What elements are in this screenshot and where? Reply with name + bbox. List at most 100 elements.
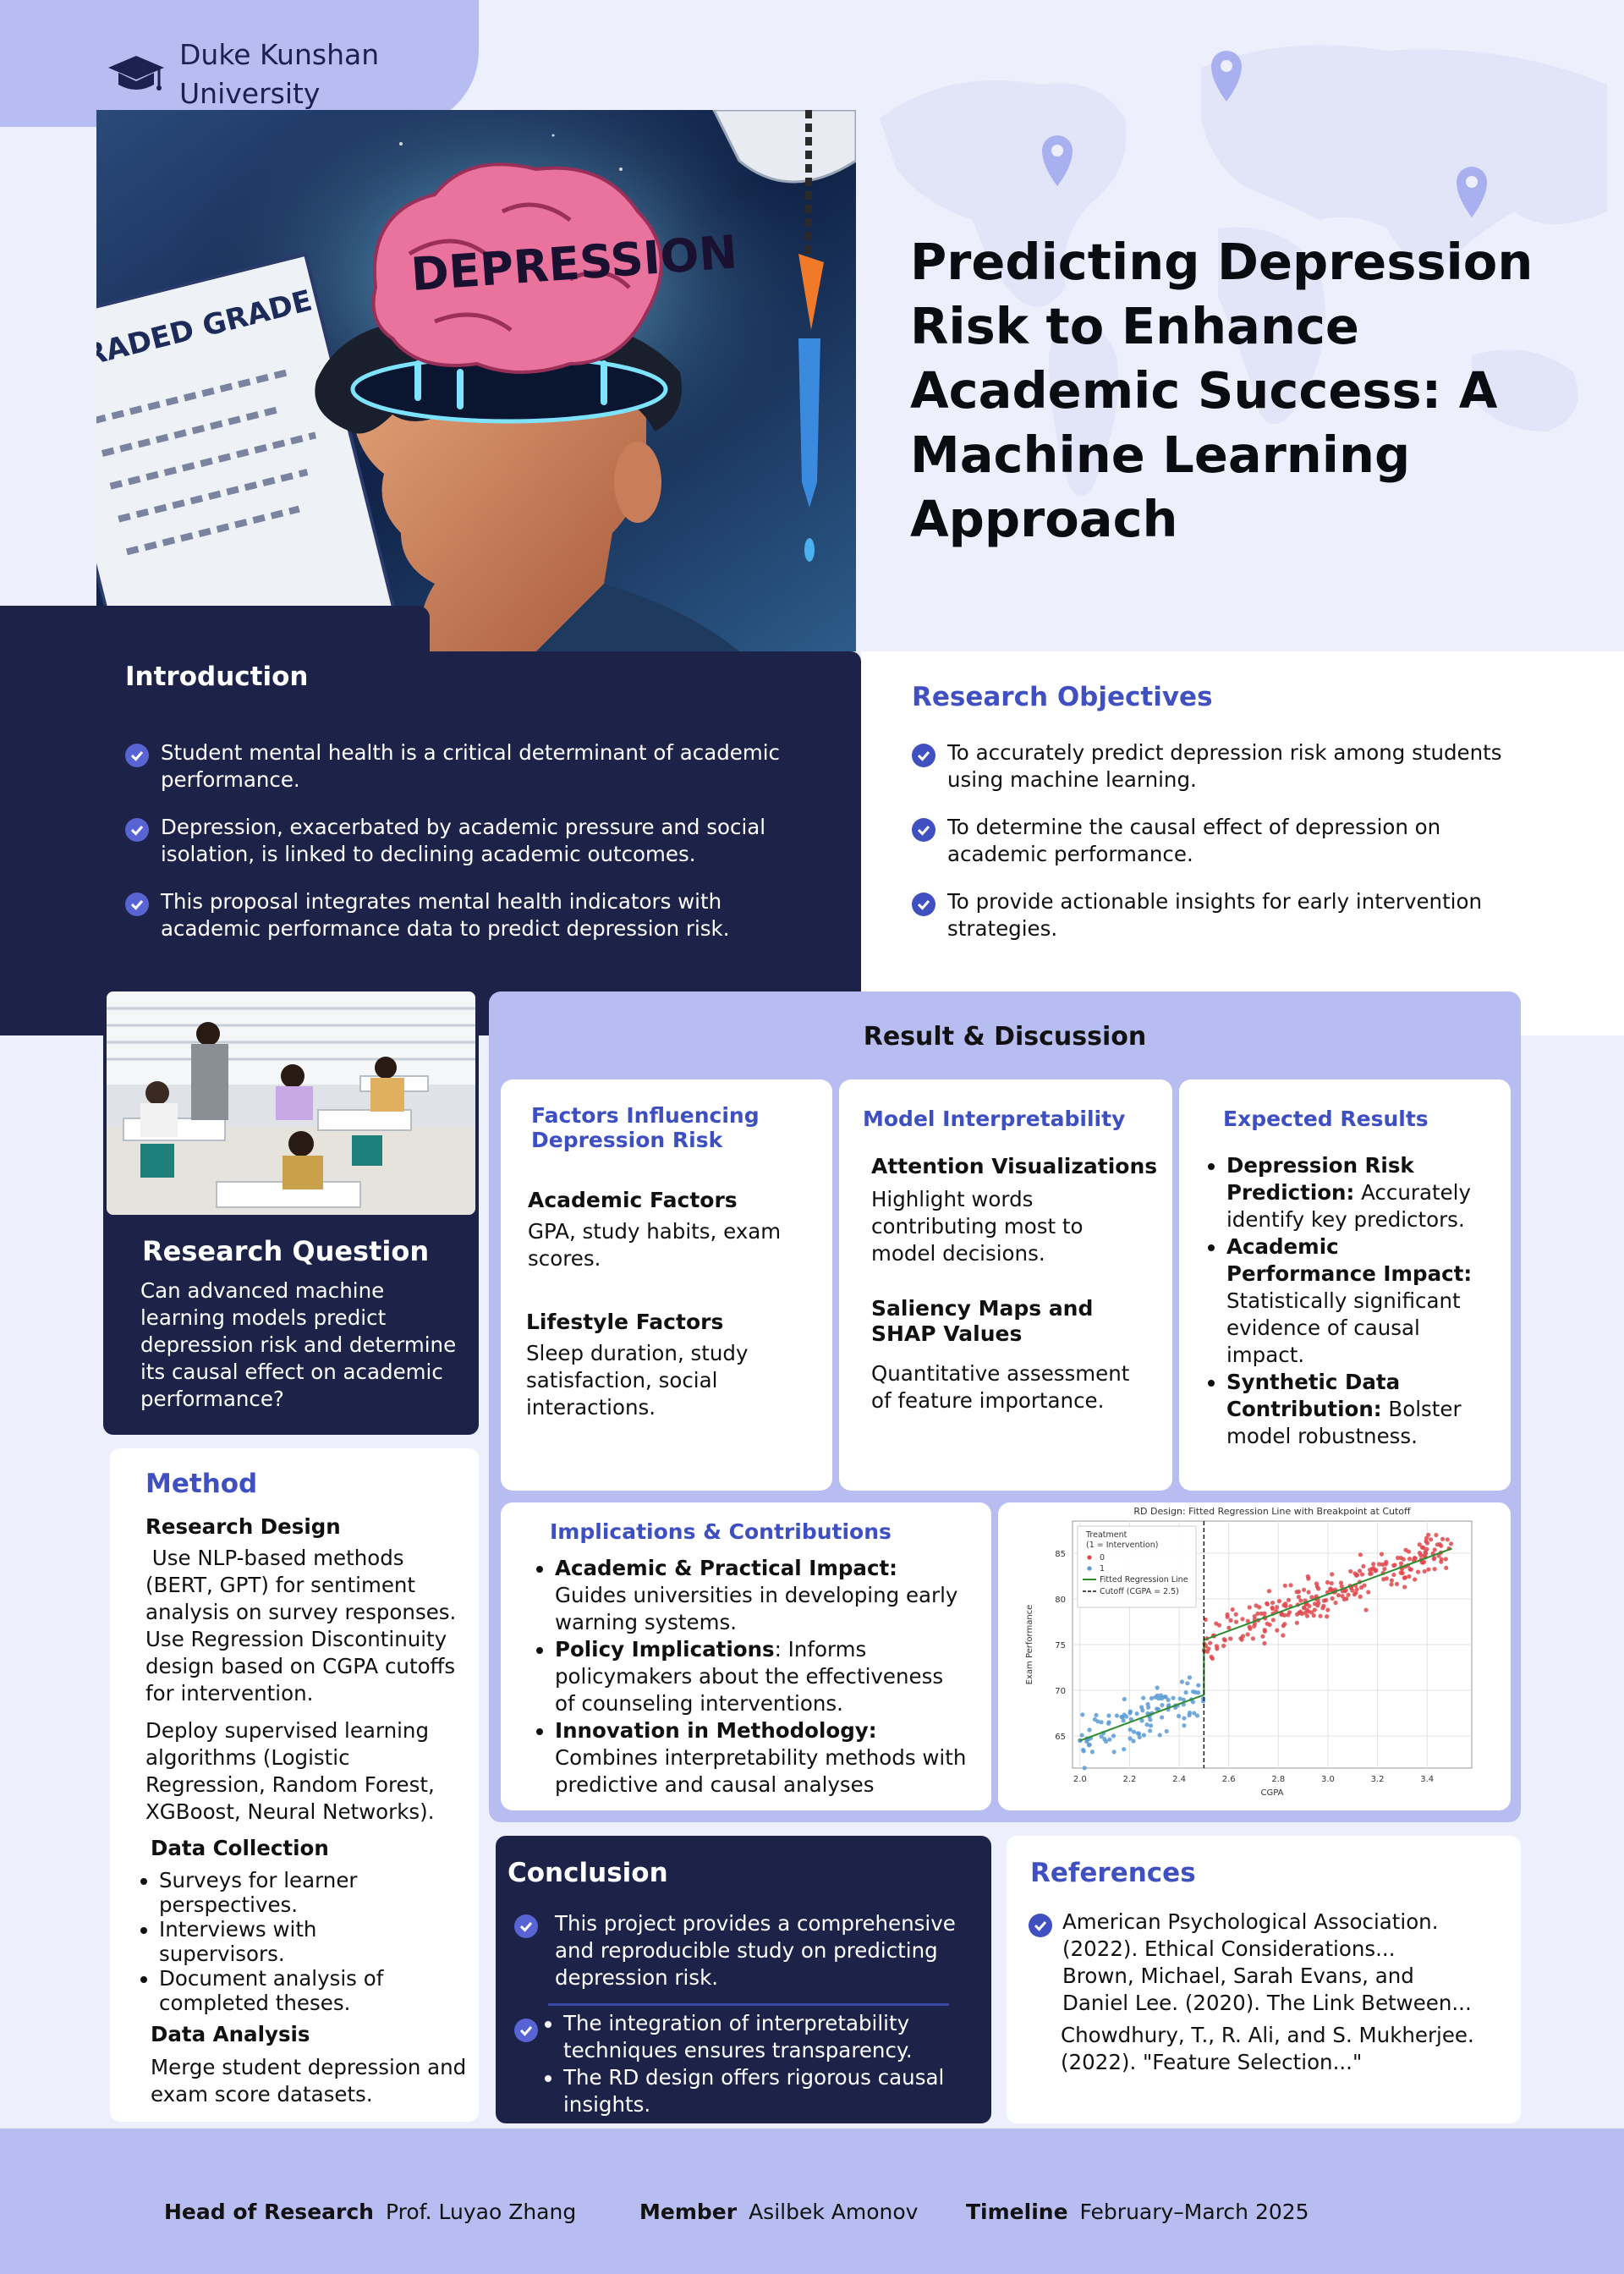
intro-item-text: Depression, exacerbated by academic pres… xyxy=(161,815,766,866)
scatter-point xyxy=(1187,1675,1193,1680)
x-tick-label: 3.0 xyxy=(1321,1775,1335,1784)
scatter-point xyxy=(1382,1566,1387,1572)
scatter-point xyxy=(1402,1585,1407,1590)
scatter-point xyxy=(1275,1628,1280,1633)
interpretability-card: Model Interpretability Attention Visuali… xyxy=(839,1079,1172,1491)
scatter-point xyxy=(1391,1572,1396,1578)
lifestyle-factors-title: Lifestyle Factors xyxy=(526,1310,724,1334)
y-tick-label: 80 xyxy=(1055,1596,1066,1605)
check-icon xyxy=(125,744,149,767)
scatter-point xyxy=(1122,1696,1127,1702)
scatter-point xyxy=(1432,1556,1437,1561)
scatter-point xyxy=(1394,1581,1400,1587)
scatter-point xyxy=(1196,1683,1201,1688)
scatter-point xyxy=(1080,1712,1085,1717)
research-design-text: Use NLP-based methods (BERT, GPT) for se… xyxy=(145,1546,464,1706)
objective-item-text: To accurately predict depression risk am… xyxy=(947,740,1502,792)
scatter-point xyxy=(1359,1585,1364,1590)
list-item: Depression Risk Prediction: Accurately i… xyxy=(1226,1152,1495,1233)
implications-title: Implications & Contributions xyxy=(550,1519,892,1544)
scatter-point xyxy=(1381,1577,1386,1582)
check-icon xyxy=(125,818,149,842)
legend-title: (1 = Intervention) xyxy=(1086,1541,1158,1550)
introduction-tab xyxy=(0,606,430,656)
introduction-title: Introduction xyxy=(125,662,309,692)
objective-item: To provide actionable insights for early… xyxy=(912,888,1538,942)
factors-card: Factors Influencing Depression Risk Acad… xyxy=(501,1079,832,1491)
scatter-point xyxy=(1270,1600,1276,1606)
list-item-bold: Synthetic Data Contribution: xyxy=(1226,1370,1401,1421)
scatter-point xyxy=(1330,1572,1335,1577)
scatter-point xyxy=(1434,1532,1439,1538)
rd-design-chart: RD Design: Fitted Regression Line with B… xyxy=(1025,1506,1473,1798)
x-axis-label: CGPA xyxy=(1261,1788,1284,1798)
objectives-title: Research Objectives xyxy=(912,682,1213,712)
scatter-point xyxy=(1407,1574,1412,1579)
scatter-point xyxy=(1160,1715,1165,1720)
intro-item: This proposal integrates mental health i… xyxy=(125,888,802,942)
scatter-point xyxy=(1136,1731,1142,1736)
scatter-point xyxy=(1265,1601,1270,1606)
conclusion-title: Conclusion xyxy=(508,1858,668,1888)
scatter-point xyxy=(1270,1605,1275,1611)
scatter-point xyxy=(1270,1618,1276,1623)
check-icon xyxy=(912,818,935,842)
scatter-point xyxy=(1240,1617,1245,1622)
x-tick-label: 2.4 xyxy=(1172,1775,1186,1784)
results-section: Result & Discussion Factors Influencing … xyxy=(489,991,1521,1822)
legend-label: 0 xyxy=(1100,1553,1105,1563)
scatter-point xyxy=(1131,1729,1137,1734)
scatter-point xyxy=(1148,1717,1153,1722)
reference-item: Brown, Michael, Sarah Evans, and Daniel … xyxy=(1062,1964,1472,2015)
legend-marker xyxy=(1087,1566,1092,1571)
scatter-point xyxy=(1279,1612,1284,1618)
scatter-point xyxy=(1245,1632,1250,1637)
scatter-point xyxy=(1426,1532,1431,1537)
scatter-point xyxy=(1426,1567,1431,1572)
scatter-point xyxy=(1252,1614,1257,1619)
scatter-point xyxy=(1445,1537,1450,1542)
conclusion-item: This project provides a comprehensive an… xyxy=(514,1910,971,1991)
scatter-point xyxy=(1267,1622,1272,1628)
scatter-point xyxy=(1408,1567,1413,1572)
scatter-point xyxy=(1377,1562,1382,1567)
scatter-point xyxy=(1247,1624,1252,1629)
scatter-point xyxy=(1417,1550,1423,1556)
university-name: Duke Kunshan University xyxy=(179,36,379,113)
scatter-point xyxy=(1262,1628,1267,1633)
scatter-point xyxy=(1361,1563,1366,1569)
scatter-point xyxy=(1316,1601,1321,1606)
reference-item: Chowdhury, T., R. Ali, and S. Mukherjee.… xyxy=(1061,2023,1474,2074)
scatter-point xyxy=(1087,1727,1092,1733)
scatter-point xyxy=(1275,1605,1280,1610)
scatter-point xyxy=(1342,1589,1347,1594)
scatter-point xyxy=(1306,1590,1311,1595)
scatter-point xyxy=(1185,1681,1190,1686)
attention-text: Highlight words contributing most to mod… xyxy=(871,1187,1084,1266)
scatter-point xyxy=(1318,1613,1323,1618)
y-tick-label: 70 xyxy=(1055,1687,1066,1696)
scatter-point xyxy=(1296,1589,1302,1595)
expected-results-list: Depression Risk Prediction: Accurately i… xyxy=(1199,1152,1495,1450)
scatter-point xyxy=(1182,1716,1187,1721)
scatter-point xyxy=(1389,1578,1394,1583)
research-design-title: Research Design xyxy=(145,1514,341,1539)
scatter-point xyxy=(1287,1610,1292,1615)
footer: Head of Research Prof. Luyao Zhang Member… xyxy=(0,2128,1624,2274)
conclusion-list: The integration of interpretability tech… xyxy=(540,2010,963,2118)
expected-results-card: Expected Results Depression Risk Predict… xyxy=(1179,1079,1511,1491)
scatter-point xyxy=(1383,1562,1389,1567)
scatter-point xyxy=(1448,1541,1454,1546)
scatter-point xyxy=(1359,1572,1365,1577)
objective-item: To accurately predict depression risk am… xyxy=(912,739,1538,794)
x-tick-label: 2.8 xyxy=(1271,1775,1285,1784)
scatter-point xyxy=(1252,1623,1257,1629)
reference-item: American Psychological Association. (202… xyxy=(1062,1909,1439,1961)
check-icon xyxy=(1029,1914,1052,1937)
scatter-point xyxy=(1421,1545,1426,1551)
scatter-point xyxy=(1276,1599,1282,1604)
scatter-point xyxy=(1192,1711,1197,1716)
implications-list: Academic & Practical Impact: Guides univ… xyxy=(528,1555,968,1799)
scatter-point xyxy=(1298,1598,1303,1603)
scatter-point xyxy=(1262,1640,1267,1646)
